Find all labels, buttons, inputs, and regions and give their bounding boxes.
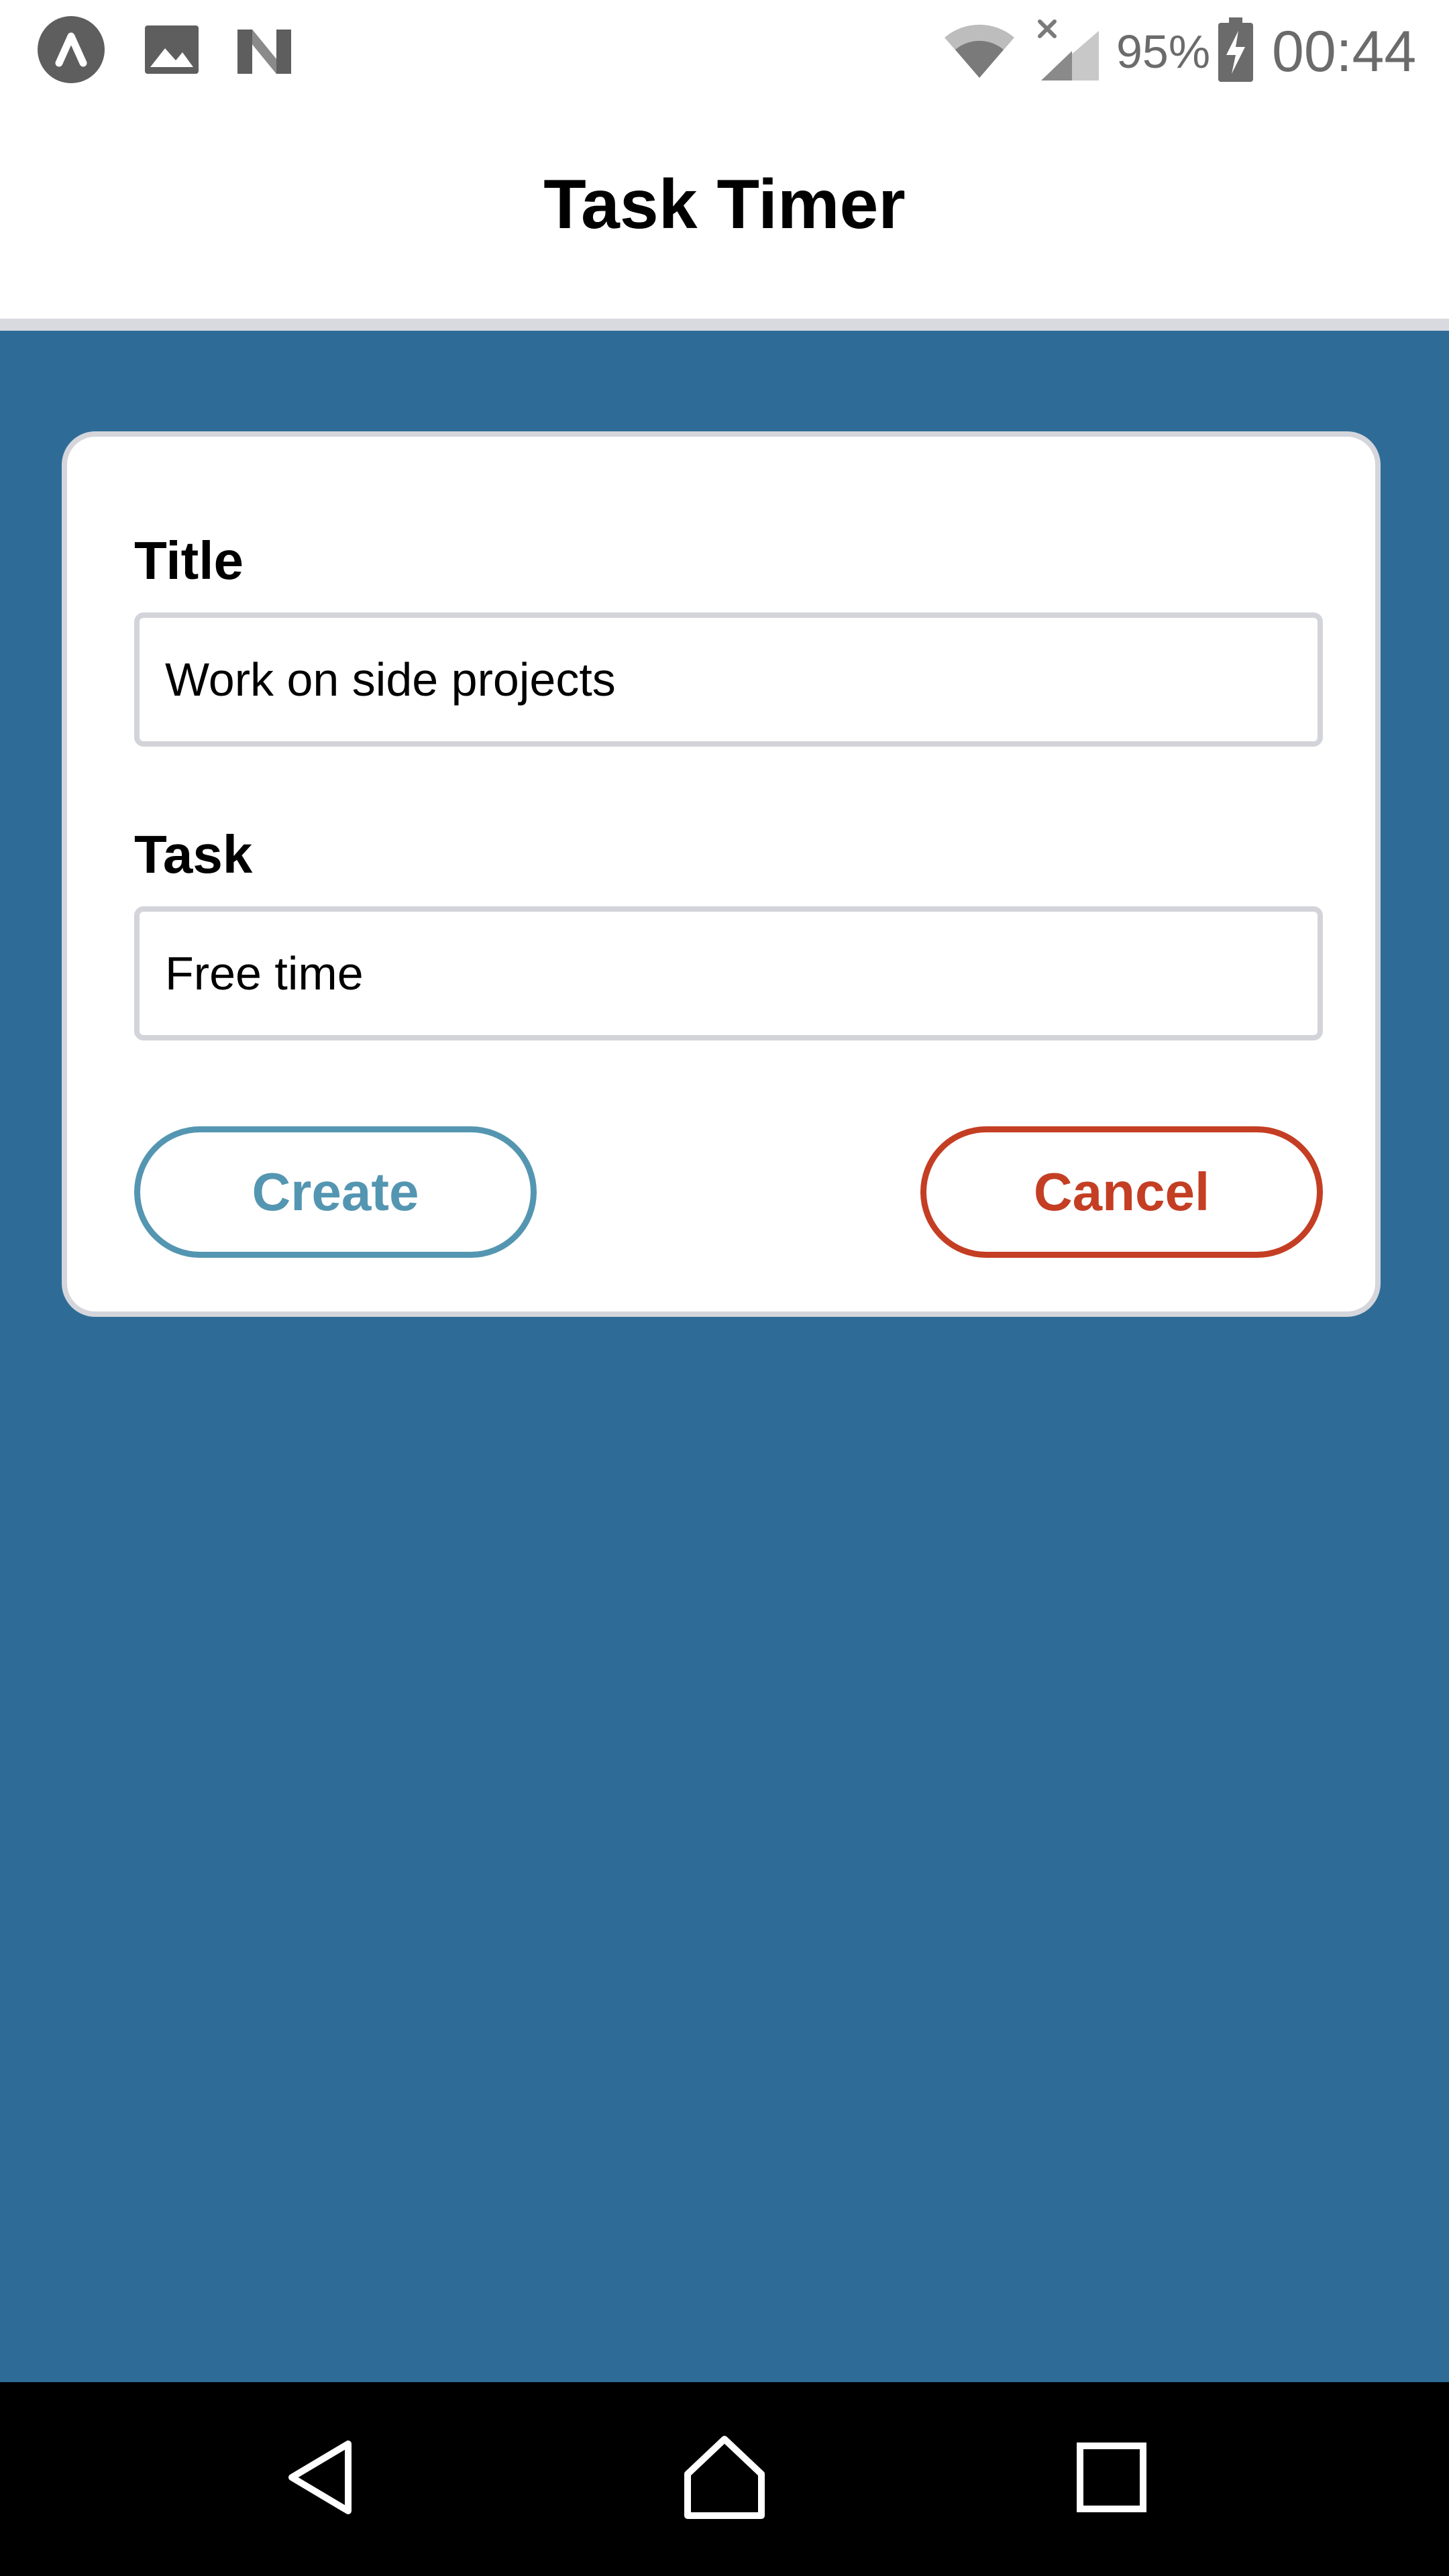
status-bar: 95% 00:44: [0, 0, 1449, 97]
app-header: Task Timer: [0, 97, 1449, 319]
signal-off-icon: [1034, 16, 1103, 83]
create-button[interactable]: Create: [134, 1126, 537, 1258]
cancel-button[interactable]: Cancel: [920, 1126, 1323, 1258]
home-button[interactable]: [624, 2382, 825, 2576]
back-button[interactable]: [222, 2382, 423, 2576]
main-content: Title Work on side projects Task Free ti…: [0, 331, 1449, 2382]
navigation-bar: [0, 2382, 1449, 2576]
wifi-icon: [941, 17, 1018, 82]
task-label: Task: [134, 824, 253, 884]
recents-square-icon: [1075, 2440, 1148, 2518]
recents-button[interactable]: [1011, 2382, 1212, 2576]
task-input[interactable]: Free time: [134, 906, 1323, 1040]
n-logo-icon: [232, 19, 297, 80]
battery-charging-icon: [1216, 16, 1256, 83]
page-title: Task Timer: [543, 165, 906, 244]
status-time: 00:44: [1272, 19, 1417, 84]
app-logo-icon: [36, 15, 106, 85]
back-triangle-icon: [282, 2437, 363, 2521]
title-input[interactable]: Work on side projects: [134, 612, 1323, 747]
home-icon: [681, 2434, 768, 2524]
header-divider: [0, 319, 1449, 331]
task-form-card: Title Work on side projects Task Free ti…: [62, 431, 1381, 1317]
title-label: Title: [134, 531, 244, 590]
image-icon: [141, 19, 203, 80]
battery-percent: 95%: [1116, 25, 1211, 78]
